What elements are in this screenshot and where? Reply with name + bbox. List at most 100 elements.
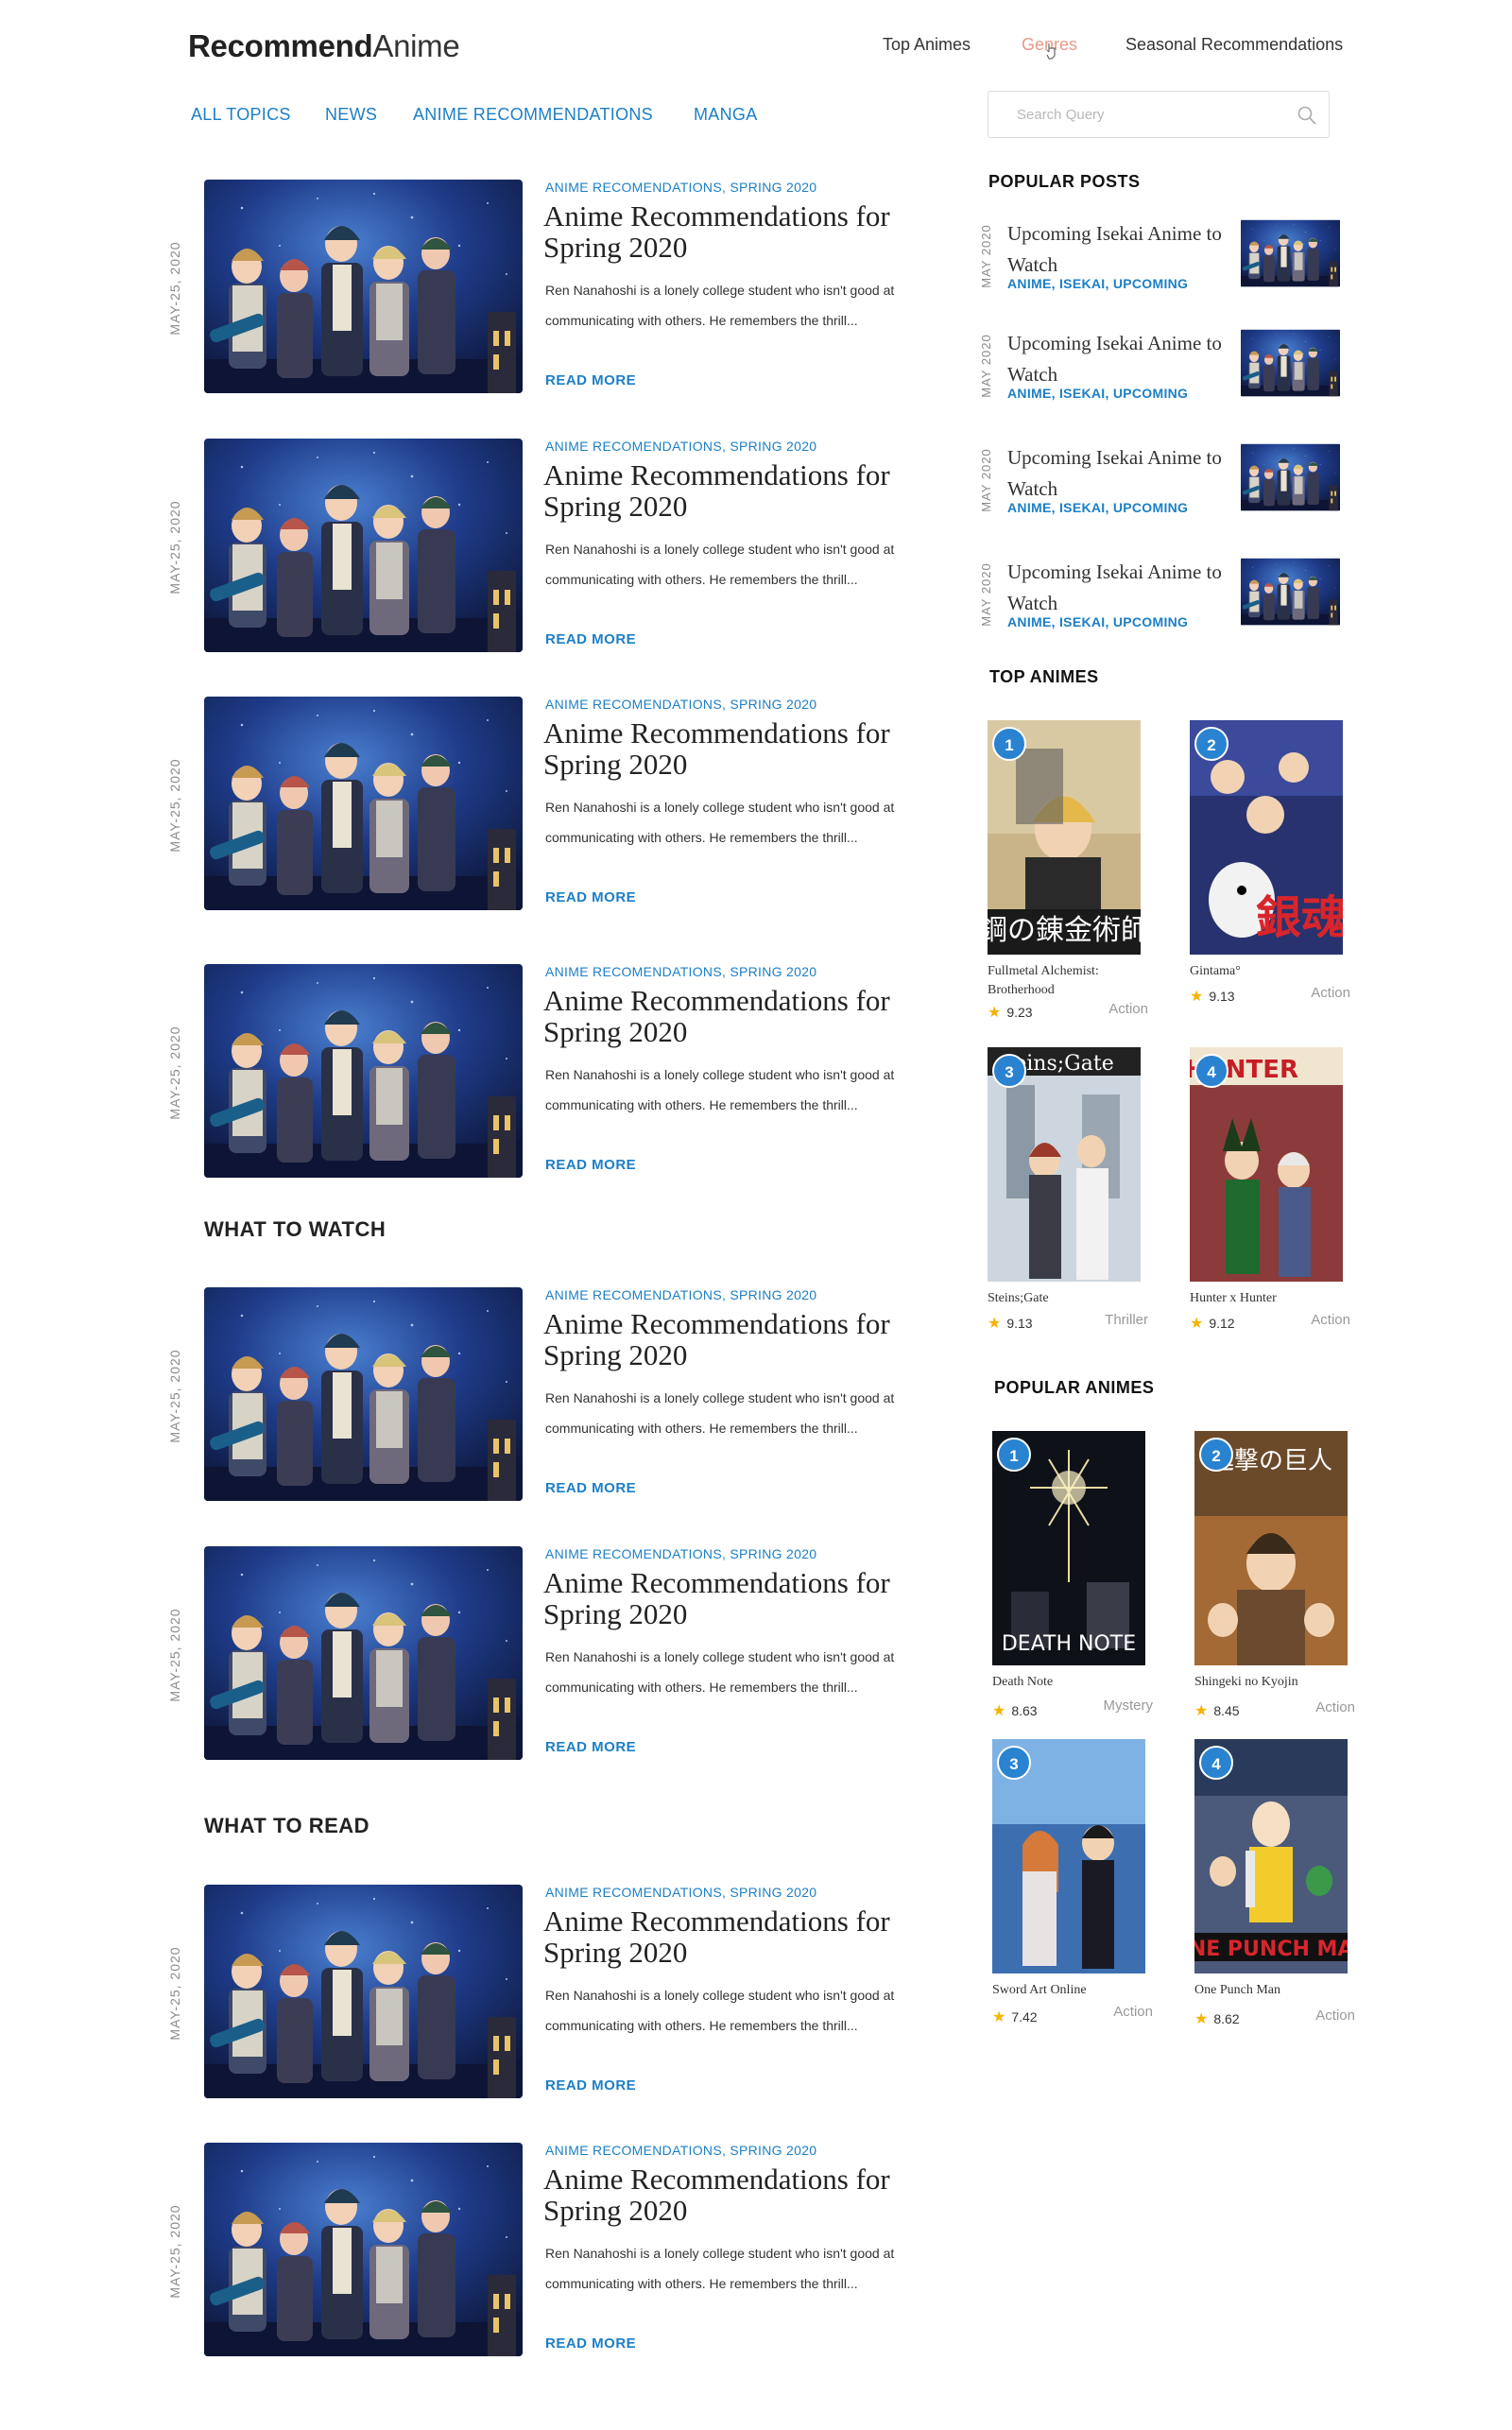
article-categories[interactable]: ANIME RECOMENDATIONS, SPRING 2020 [545,1546,816,1561]
top-anime-card[interactable]: 1 Fullmetal Alchemist: Brotherhood ★ 9.23… [988,720,1148,1032]
article-categories[interactable]: ANIME RECOMENDATIONS, SPRING 2020 [545,180,816,195]
anime-title[interactable]: Fullmetal Alchemist: Brotherhood [988,962,1139,1000]
popular-anime-card[interactable]: 3 Sword Art Online ★ 7.42 Action [992,1739,1153,2051]
article-categories[interactable]: ANIME RECOMENDATIONS, SPRING 2020 [545,964,816,979]
anime-rating: ★ 8.45 [1194,1703,1240,1719]
popular-post-title[interactable]: Upcoming Isekai Anime to Watch [1007,557,1234,619]
article-title[interactable]: Anime Recommendations for Spring 2020 [543,459,940,522]
rank-badge: 1 [997,1438,1031,1472]
article-title[interactable]: Anime Recommendations for Spring 2020 [543,1567,940,1629]
nav-seasonal-recommendations[interactable]: Seasonal Recommendations [1125,35,1343,55]
article-thumbnail[interactable] [204,1287,523,1501]
anime-genre: Action [1311,985,1350,1001]
anime-title[interactable]: Hunter x Hunter [1190,1289,1341,1308]
read-more-link[interactable]: READ MORE [545,889,636,905]
article-thumbnail[interactable] [204,964,523,1178]
article-thumbnail[interactable] [204,439,523,652]
section-what-to-watch: WHAT TO WATCH [204,1217,387,1241]
site-logo[interactable]: RecommendAnime [188,28,460,64]
popular-post-tags[interactable]: ANIME, ISEKAI, UPCOMING [1007,386,1188,401]
popular-post-item[interactable]: MAY 2020 Upcoming Isekai Anime to Watch … [979,442,1348,518]
article-excerpt: Ren Nanahoshi is a lonely college studen… [545,1390,895,1436]
article-title[interactable]: Anime Recommendations for Spring 2020 [543,1905,940,1968]
anime-title[interactable]: Shingeki no Kyojin [1194,1673,1346,1692]
anime-title[interactable]: Gintama° [1190,962,1341,981]
anime-title[interactable]: One Punch Man [1194,1981,1346,2000]
article-excerpt: Ren Nanahoshi is a lonely college studen… [545,2246,895,2291]
article-excerpt: Ren Nanahoshi is a lonely college studen… [545,1067,895,1112]
article-title[interactable]: Anime Recommendations for Spring 2020 [543,985,940,1047]
popular-post-thumbnail[interactable] [1241,218,1340,288]
article-date: MAY-25, 2020 [167,1349,182,1443]
popular-post-tags[interactable]: ANIME, ISEKAI, UPCOMING [1007,614,1188,629]
read-more-link[interactable]: READ MORE [545,2335,636,2352]
popular-anime-card[interactable]: 4 One Punch Man ★ 8.62 Action [1194,1739,1355,2051]
search-icon[interactable] [1297,105,1317,126]
read-more-link[interactable]: READ MORE [545,372,636,388]
article-date: MAY-25, 2020 [167,1946,182,2041]
popular-post-item[interactable]: MAY 2020 Upcoming Isekai Anime to Watch … [979,557,1348,632]
article-card: MAY-25, 2020 ANIME RECOMENDATIONS, SPRIN… [167,1287,936,1505]
read-more-link[interactable]: READ MORE [545,2077,636,2094]
anime-rating: ★ 9.13 [1190,989,1235,1005]
article-thumbnail[interactable] [204,1546,523,1760]
popular-post-tags[interactable]: ANIME, ISEKAI, UPCOMING [1007,500,1188,515]
anime-rating: ★ 9.12 [1190,1316,1235,1332]
article-categories[interactable]: ANIME RECOMENDATIONS, SPRING 2020 [545,1287,816,1302]
top-anime-card[interactable]: 2 Gintama° ★ 9.13 Action [1190,720,1350,1032]
star-icon: ★ [992,2009,1006,2025]
article-date: MAY-25, 2020 [167,241,182,336]
popular-post-title[interactable]: Upcoming Isekai Anime to Watch [1007,328,1234,390]
popular-anime-card[interactable]: 1 Death Note ★ 8.63 Mystery [992,1431,1153,1743]
article-excerpt: Ren Nanahoshi is a lonely college studen… [545,542,895,587]
anime-title[interactable]: Steins;Gate [988,1289,1139,1308]
rank-badge: 1 [992,727,1026,761]
popular-post-date: MAY 2020 [979,224,993,288]
article-categories[interactable]: ANIME RECOMENDATIONS, SPRING 2020 [545,2143,816,2158]
popular-post-title[interactable]: Upcoming Isekai Anime to Watch [1007,442,1234,505]
cat-news[interactable]: NEWS [325,105,377,125]
popular-post-thumbnail[interactable] [1241,557,1340,627]
article-title[interactable]: Anime Recommendations for Spring 2020 [543,717,940,780]
article-title[interactable]: Anime Recommendations for Spring 2020 [543,1308,940,1370]
popular-post-tags[interactable]: ANIME, ISEKAI, UPCOMING [1007,276,1188,291]
read-more-link[interactable]: READ MORE [545,1739,636,1755]
article-thumbnail[interactable] [204,180,523,393]
popular-posts-heading: POPULAR POSTS [988,172,1141,191]
popular-anime-card[interactable]: 2 Shingeki no Kyojin ★ 8.45 Action [1194,1431,1355,1743]
article-excerpt: Ren Nanahoshi is a lonely college studen… [545,1649,895,1695]
anime-title[interactable]: Death Note [992,1673,1143,1692]
article-title[interactable]: Anime Recommendations for Spring 2020 [543,200,940,263]
star-icon: ★ [1194,2011,1209,2027]
read-more-link[interactable]: READ MORE [545,631,636,647]
popular-post-thumbnail[interactable] [1241,328,1340,398]
popular-post-item[interactable]: MAY 2020 Upcoming Isekai Anime to Watch … [979,328,1348,404]
read-more-link[interactable]: READ MORE [545,1157,636,1173]
anime-genre: Action [1311,1312,1350,1328]
top-anime-card[interactable]: 4 Hunter x Hunter ★ 9.12 Action [1190,1047,1350,1359]
anime-genre: Thriller [1105,1312,1148,1328]
anime-title[interactable]: Sword Art Online [992,1981,1143,2000]
article-title[interactable]: Anime Recommendations for Spring 2020 [543,2163,940,2226]
cat-manga[interactable]: MANGA [694,105,758,125]
article-thumbnail[interactable] [204,1885,523,2098]
popular-post-item[interactable]: MAY 2020 Upcoming Isekai Anime to Watch … [979,218,1348,294]
article-categories[interactable]: ANIME RECOMENDATIONS, SPRING 2020 [545,1885,816,1900]
section-what-to-read: WHAT TO READ [204,1814,370,1837]
article-thumbnail[interactable] [204,697,523,910]
anime-rating: ★ 8.63 [992,1703,1038,1719]
popular-post-thumbnail[interactable] [1241,442,1340,512]
nav-top-animes[interactable]: Top Animes [883,35,971,55]
top-anime-card[interactable]: 3 Steins;Gate ★ 9.13 Thriller [988,1047,1148,1359]
rank-badge: 2 [1199,1438,1233,1472]
article-thumbnail[interactable] [204,2143,523,2356]
popular-post-title[interactable]: Upcoming Isekai Anime to Watch [1007,218,1234,281]
cat-all-topics[interactable]: ALL TOPICS [191,105,291,125]
cat-anime-recommendations[interactable]: ANIME RECOMMENDATIONS [413,105,653,125]
read-more-link[interactable]: READ MORE [545,1480,636,1496]
article-categories[interactable]: ANIME RECOMENDATIONS, SPRING 2020 [545,697,816,712]
star-icon: ★ [988,1005,1002,1021]
star-icon: ★ [988,1316,1002,1332]
article-categories[interactable]: ANIME RECOMENDATIONS, SPRING 2020 [545,439,816,454]
search-input[interactable] [988,92,1272,137]
